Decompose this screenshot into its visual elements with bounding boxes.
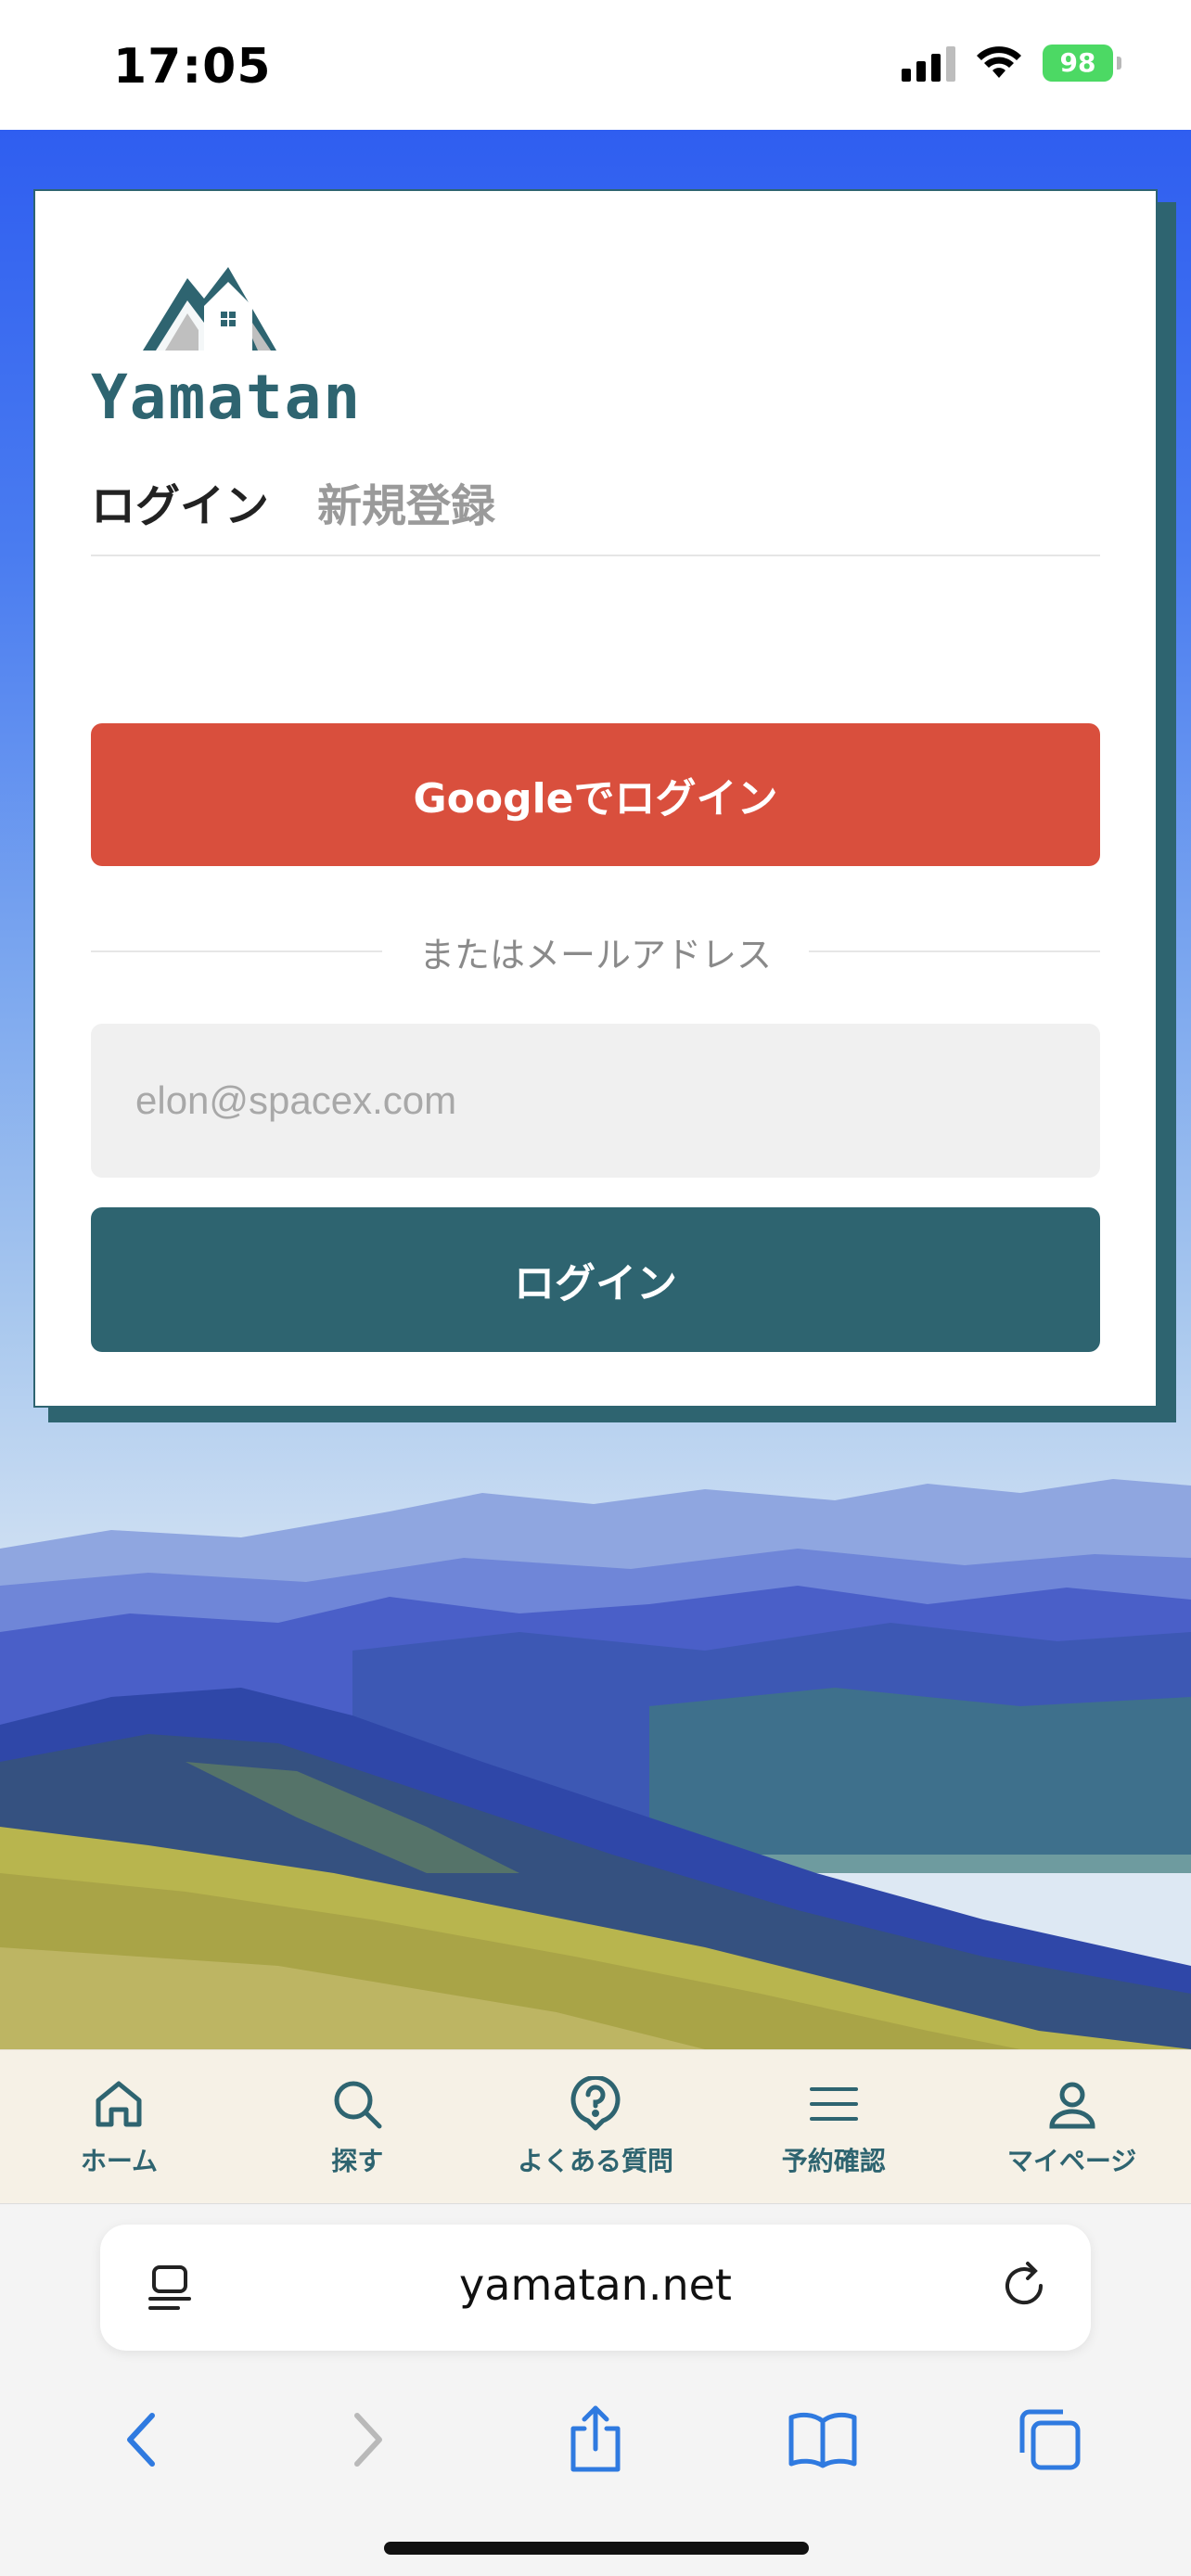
- wifi-icon: [977, 46, 1021, 78]
- menu-icon: [809, 2086, 858, 2121]
- divider-text: またはメールアドレス: [419, 934, 773, 976]
- share-button[interactable]: [544, 2393, 647, 2486]
- back-icon: [127, 2413, 156, 2467]
- status-bar: 17:05 98: [0, 0, 1191, 130]
- reload-icon[interactable]: [998, 2258, 1054, 2314]
- browser-toolbar: [0, 2375, 1191, 2505]
- divider-line-right: [809, 950, 1101, 952]
- or-divider: またはメールアドレス: [91, 924, 1101, 979]
- status-icons: 98: [902, 45, 1121, 82]
- nav-item-search[interactable]: 探す: [238, 2050, 477, 2203]
- battery-icon: 98: [1043, 45, 1121, 82]
- forward-button[interactable]: [317, 2393, 419, 2486]
- email-input[interactable]: [91, 1024, 1100, 1178]
- bookmarks-icon: [788, 2412, 857, 2468]
- nav-label-mypage: マイページ: [1006, 2145, 1137, 2176]
- battery-level: 98: [1059, 47, 1096, 78]
- google-login-button[interactable]: Googleでログイン: [91, 723, 1100, 866]
- tabs-button[interactable]: [999, 2393, 1101, 2486]
- nav-label-faq: よくある質問: [517, 2145, 673, 2176]
- tab-register[interactable]: 新規登録: [317, 464, 495, 555]
- auth-tabs: ログイン 新規登録: [91, 464, 1100, 556]
- signal-icon: [902, 45, 955, 82]
- nav-label-home: ホーム: [80, 2145, 158, 2176]
- nav-item-faq[interactable]: よくある質問: [477, 2050, 715, 2203]
- nav-label-search: 探す: [331, 2145, 384, 2176]
- nav-item-home[interactable]: ホーム: [0, 2050, 238, 2203]
- question-icon: [570, 2075, 621, 2130]
- bottom-nav: ホーム 探す よくある質問 予約確認 マイページ: [0, 2049, 1191, 2203]
- bookmarks-button[interactable]: [772, 2393, 874, 2486]
- nav-item-mypage[interactable]: マイページ: [953, 2050, 1191, 2203]
- login-button[interactable]: ログイン: [91, 1207, 1100, 1352]
- back-button[interactable]: [90, 2393, 192, 2486]
- search-icon: [334, 2081, 382, 2128]
- brand-logo-text: Yamatan: [91, 362, 363, 433]
- url-bar[interactable]: yamatan.net: [100, 2225, 1091, 2351]
- forward-icon: [354, 2413, 383, 2467]
- status-time: 17:05: [113, 39, 272, 95]
- tab-login[interactable]: ログイン: [91, 464, 269, 555]
- home-indicator: [384, 2542, 809, 2555]
- url-text: yamatan.net: [459, 2260, 732, 2310]
- tabs-icon: [1019, 2409, 1081, 2470]
- divider-line-left: [91, 950, 382, 952]
- share-icon: [570, 2405, 621, 2472]
- home-icon: [96, 2081, 142, 2126]
- nav-label-reservations: 予約確認: [781, 2145, 886, 2176]
- nav-item-reservations[interactable]: 予約確認: [714, 2050, 953, 2203]
- user-icon: [1049, 2082, 1095, 2128]
- browser-chrome: yamatan.net: [0, 2203, 1191, 2576]
